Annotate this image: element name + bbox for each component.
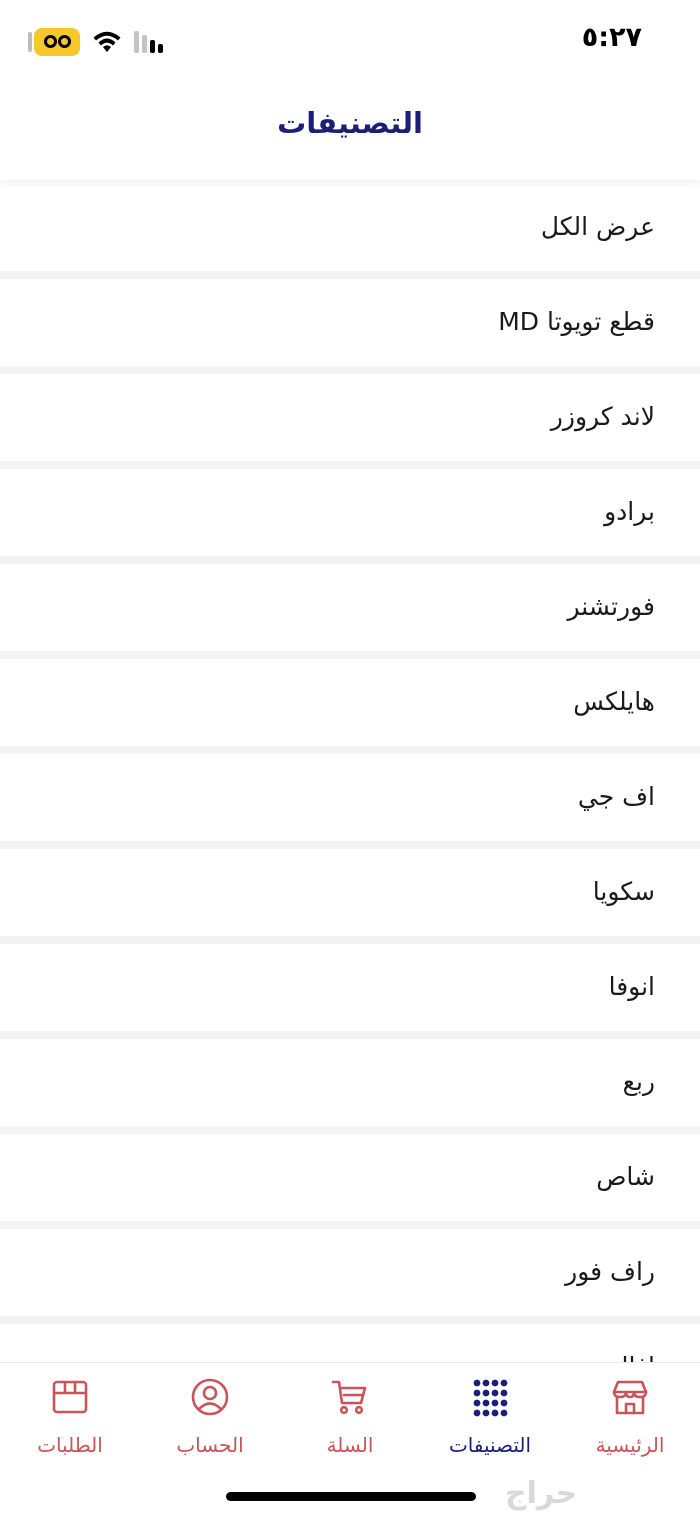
category-item-all[interactable]: عرض الكل xyxy=(0,184,700,271)
category-item-sequoia[interactable]: سكويا xyxy=(0,849,700,936)
nav-item-home[interactable]: الرئيسية xyxy=(560,1377,700,1467)
nav-label-orders: الطلبات xyxy=(37,1433,103,1457)
nav-label-cart: السلة xyxy=(326,1433,374,1457)
category-item-land-cruiser[interactable]: لاند كروزر xyxy=(0,374,700,461)
category-item-quarter[interactable]: ربع xyxy=(0,1039,700,1126)
category-label: سكويا xyxy=(592,877,655,906)
nav-item-categories[interactable]: التصنيفات xyxy=(420,1377,560,1467)
category-label: عرض الكل xyxy=(540,212,655,241)
category-label: راف فور xyxy=(565,1257,655,1286)
pill-edge xyxy=(28,32,32,52)
page-header: التصنيفات xyxy=(0,84,700,180)
cellular-signal-icon xyxy=(134,31,163,53)
status-bar: ٥:٢٧ xyxy=(0,0,700,84)
nav-label-home: الرئيسية xyxy=(595,1433,665,1457)
category-item-prado[interactable]: برادو xyxy=(0,469,700,556)
category-item-toyota-md[interactable]: قطع تويوتا MD xyxy=(0,279,700,366)
cart-icon xyxy=(331,1380,367,1415)
store-icon xyxy=(612,1380,648,1415)
category-label: ربع xyxy=(622,1067,655,1096)
category-item-rav4[interactable]: راف فور xyxy=(0,1229,700,1316)
category-list[interactable]: عرض الكل قطع تويوتا MD لاند كروزر برادو … xyxy=(0,184,700,1362)
box-icon xyxy=(52,1380,88,1414)
category-label: انوفا xyxy=(608,972,655,1001)
nav-label-categories: التصنيفات xyxy=(448,1433,532,1457)
nav-label-account: الحساب xyxy=(176,1433,244,1457)
status-icons xyxy=(28,28,163,56)
category-item-shas[interactable]: شاص xyxy=(0,1134,700,1221)
grid-dots-icon xyxy=(473,1379,508,1417)
category-item-hilux[interactable]: هايلكس xyxy=(0,659,700,746)
category-label: لاند كروزر xyxy=(550,402,655,431)
category-label: افالون xyxy=(590,1352,655,1362)
category-label: قطع تويوتا MD xyxy=(498,307,655,336)
nav-item-cart[interactable]: السلة xyxy=(280,1377,420,1467)
category-item-fj[interactable]: اف جي xyxy=(0,754,700,841)
wifi-icon xyxy=(93,31,121,52)
category-label: برادو xyxy=(604,497,655,526)
category-label: اف جي xyxy=(577,782,655,811)
status-time: ٥:٢٧ xyxy=(581,22,642,53)
user-circle-icon xyxy=(191,1378,229,1416)
category-item-innova[interactable]: انوفا xyxy=(0,944,700,1031)
category-item-avalon[interactable]: افالون xyxy=(0,1324,700,1362)
category-item-fortuner[interactable]: فورتشنر xyxy=(0,564,700,651)
nav-item-account[interactable]: الحساب xyxy=(140,1377,280,1467)
category-label: هايلكس xyxy=(573,687,655,716)
category-label: شاص xyxy=(596,1162,655,1191)
nav-item-orders[interactable]: الطلبات xyxy=(0,1377,140,1467)
watermark: حراج xyxy=(505,1476,578,1511)
page-title: التصنيفات xyxy=(277,106,423,140)
eyes-badge-icon xyxy=(34,28,80,56)
category-label: فورتشنر xyxy=(567,592,655,621)
home-indicator[interactable] xyxy=(226,1492,476,1501)
